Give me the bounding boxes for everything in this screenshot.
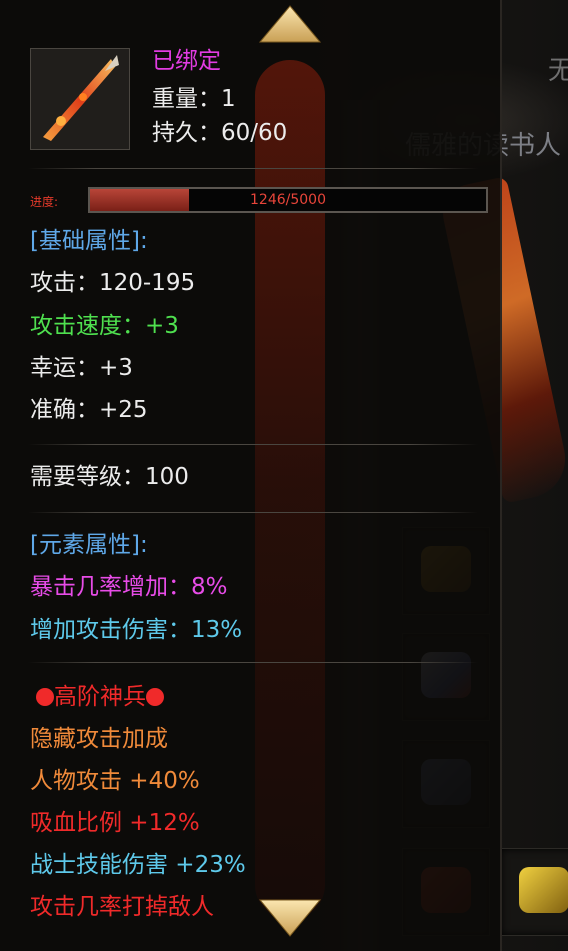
attack-speed-row: 攻击速度：+3 xyxy=(30,311,179,341)
scroll-down-button[interactable] xyxy=(258,898,322,938)
divider xyxy=(28,662,478,663)
progress-label: 进度: xyxy=(30,195,59,209)
weight-value: 1 xyxy=(221,86,236,112)
char-attack: 人物攻击 +40% xyxy=(30,768,200,794)
progress-text: 1246/5000 xyxy=(250,192,326,208)
triangle-up-icon xyxy=(258,5,322,43)
attack-speed-value: +3 xyxy=(145,313,179,339)
triangle-down-icon xyxy=(258,899,322,937)
luck-row: 幸运：+3 xyxy=(30,353,133,383)
scroll-up-button[interactable] xyxy=(258,4,322,44)
attack-value: 120-195 xyxy=(99,270,196,296)
element-attrs-header: [元素属性]: xyxy=(30,532,148,558)
damage-row: 增加攻击伤害：13% xyxy=(30,615,242,645)
durability-label: 持久： xyxy=(152,120,221,146)
weapon-icon xyxy=(30,48,130,150)
luck-label: 幸运： xyxy=(30,355,99,381)
accuracy-value: +25 xyxy=(99,397,148,423)
scene-top-text: 无 xyxy=(548,56,568,86)
divider xyxy=(28,512,478,513)
crit-value: 8% xyxy=(191,574,228,600)
item-thumb-icon xyxy=(519,867,568,913)
required-level-row: 需要等级：100 xyxy=(30,462,189,492)
progress-bar: 1246/5000 xyxy=(88,187,488,213)
special-title: 高阶神兵 xyxy=(54,684,146,710)
weight-label: 重量： xyxy=(152,86,221,112)
lifesteal: 吸血比例 +12% xyxy=(30,810,200,836)
hidden-bonus: 隐藏攻击加成 xyxy=(30,726,168,752)
luck-value: +3 xyxy=(99,355,133,381)
attack-speed-label: 攻击速度： xyxy=(30,313,145,339)
damage-value: 13% xyxy=(191,617,243,643)
damage-label: 增加攻击伤害： xyxy=(30,617,191,643)
inventory-slot[interactable] xyxy=(500,848,568,936)
divider xyxy=(28,168,478,169)
red-dot-icon xyxy=(146,688,164,706)
warrior-skill: 战士技能伤害 +23% xyxy=(30,852,246,878)
crit-label: 暴击几率增加： xyxy=(30,574,191,600)
attack-row: 攻击：120-195 xyxy=(30,268,195,298)
durability-row: 持久：60/60 xyxy=(152,118,287,148)
durability-value: 60/60 xyxy=(221,120,288,146)
base-attrs-header: [基础属性]: xyxy=(30,228,148,254)
special-title-row: 高阶神兵 xyxy=(36,682,164,712)
accuracy-label: 准确： xyxy=(30,397,99,423)
item-tooltip: 已绑定 重量：1 持久：60/60 进度: 1246/5000 [基础属性]: … xyxy=(0,0,502,951)
bound-status: 已绑定 xyxy=(152,48,221,74)
attack-label: 攻击： xyxy=(30,270,99,296)
weight-row: 重量：1 xyxy=(152,84,236,114)
divider xyxy=(28,444,478,445)
red-dot-icon xyxy=(36,688,54,706)
accuracy-row: 准确：+25 xyxy=(30,395,148,425)
required-level-value: 100 xyxy=(145,464,189,490)
drop-chance: 攻击几率打掉敌人 xyxy=(30,894,214,920)
required-level-label: 需要等级： xyxy=(30,464,145,490)
crit-row: 暴击几率增加：8% xyxy=(30,572,228,602)
